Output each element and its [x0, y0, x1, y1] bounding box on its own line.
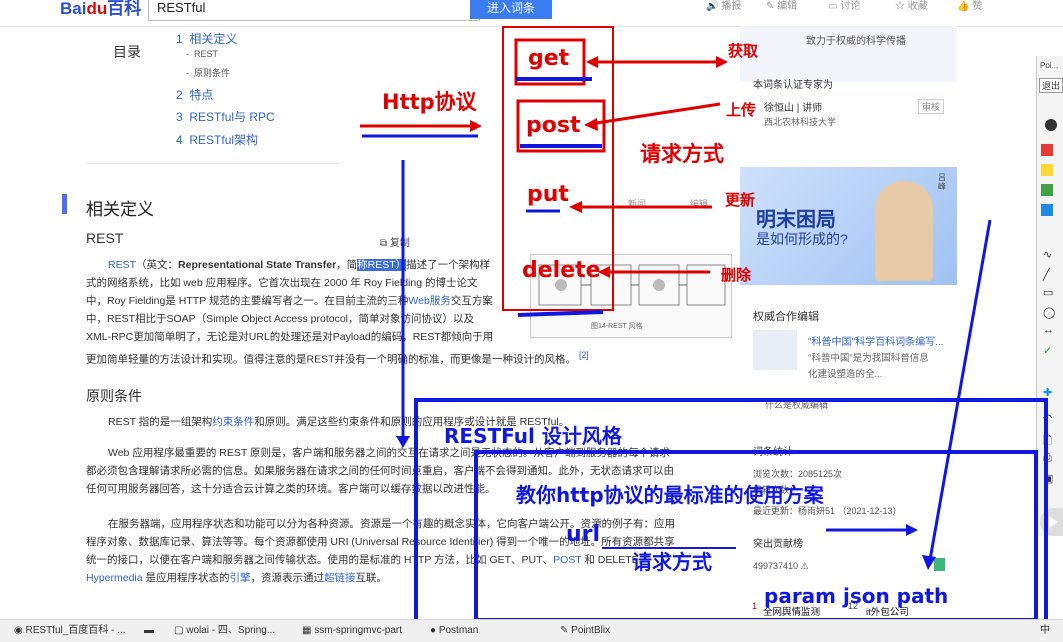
anno-restful-style: RESTFul 设计风格	[444, 424, 622, 448]
task-wolai[interactable]: ▢ wolai - 四、Spring...	[174, 623, 292, 639]
anno-delete: delete	[522, 258, 601, 283]
anno-get: get	[528, 46, 570, 71]
anno-upload: 上传	[726, 101, 757, 119]
http-usage-box	[474, 450, 1038, 622]
anno-put: put	[527, 182, 569, 207]
folder-icon[interactable]: ▬	[144, 623, 160, 639]
anno-update: 更新	[725, 191, 756, 209]
anno-request-method: 请求方式	[640, 142, 724, 166]
anno-fetch: 获取	[728, 42, 759, 60]
anno-url: url	[566, 522, 601, 547]
anno-teach: 教你http协议的最标准的使用方案	[516, 483, 824, 507]
taskbar: ◉ RESTful_百度百科 - ... ▬ ▢ wolai - 四、Sprin…	[0, 619, 1063, 642]
task-ide[interactable]: ▦ ssm-springmvc-part	[302, 623, 420, 639]
anno-remove: 删除	[721, 266, 752, 284]
anno-http: Http协议	[382, 90, 477, 114]
anno-request-method-2: 请求方式	[632, 550, 712, 574]
task-chrome[interactable]: ◉ RESTful_百度百科 - ...	[14, 623, 134, 639]
anno-post: post	[526, 113, 581, 138]
task-postman[interactable]: ● Postman	[430, 623, 550, 639]
task-pointblix[interactable]: ✎ PointBlix	[560, 623, 660, 639]
anno-param: param json path	[764, 584, 949, 608]
ime-indicator[interactable]: 中	[1040, 623, 1056, 639]
annotation-overlay	[360, 26, 1048, 636]
